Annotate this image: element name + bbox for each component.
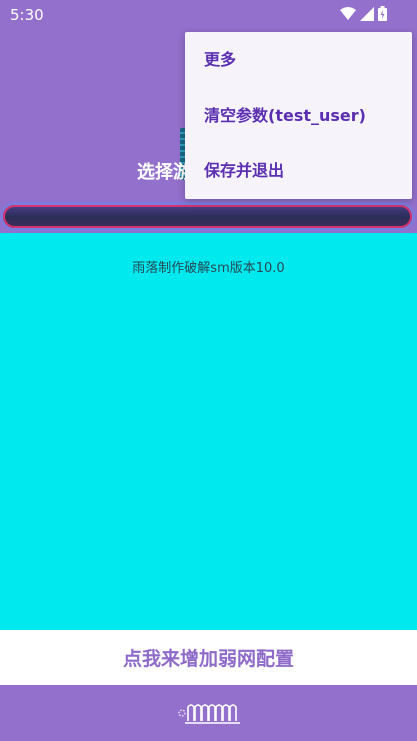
add-config-button[interactable]: 点我来增加弱网配置	[0, 630, 417, 685]
content-area: 雨落制作破解sm版本10.0	[0, 233, 417, 630]
page-title: 选择游	[137, 162, 187, 183]
menu-item-more[interactable]: 更多	[185, 32, 412, 88]
status-icons	[340, 6, 387, 21]
coil-icon	[178, 704, 240, 724]
battery-icon	[378, 6, 387, 21]
status-bar: 5:30	[0, 0, 417, 30]
progress-section	[0, 202, 417, 233]
overflow-menu: 更多 清空参数(test_user) 保存并退出	[185, 32, 412, 199]
menu-item-save-exit[interactable]: 保存并退出	[185, 143, 412, 199]
progress-bar	[3, 205, 412, 228]
status-time: 5:30	[10, 6, 44, 24]
version-text: 雨落制作破解sm版本10.0	[132, 261, 285, 276]
wifi-icon	[340, 7, 356, 20]
bottom-bar	[0, 685, 417, 741]
menu-item-clear-params[interactable]: 清空参数(test_user)	[185, 88, 412, 144]
signal-icon	[360, 6, 374, 21]
